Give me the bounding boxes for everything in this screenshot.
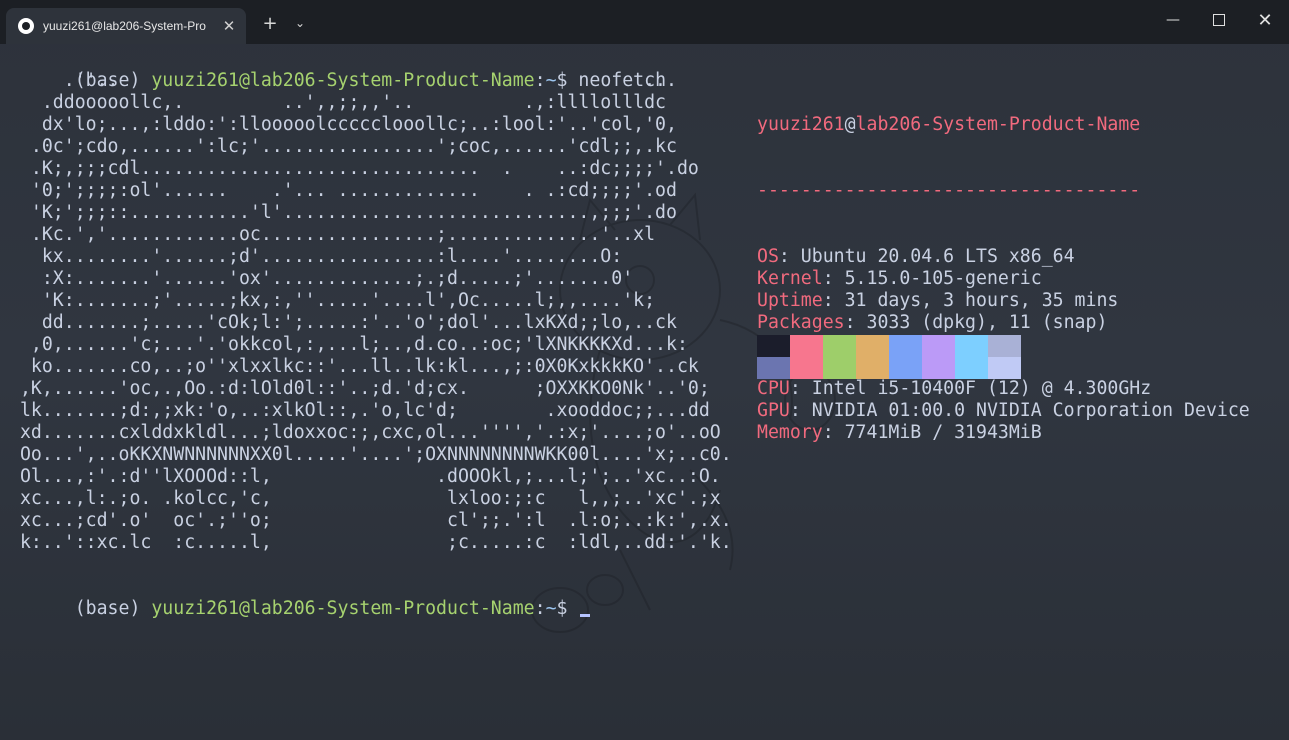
ascii-art-line: kx........'......;d'................:l..… <box>9 246 623 267</box>
ascii-art-line: Oo...',..oKKXNWNNNNNNXX0l.....'....';OXN… <box>9 444 732 465</box>
prompt-symbol: $ <box>556 598 579 619</box>
info-value: : 5.15.0-105-generic <box>822 268 1042 289</box>
info-row: CPU: Intel i5-10400F (12) @ 4.300GHz <box>757 378 1250 400</box>
ascii-art-line: 'K;';;;::...........'l'.................… <box>9 202 677 223</box>
ascii-art-line: xc...,l:.;o. .kolcc,'c, lxloo:;:c l,,;..… <box>9 488 721 509</box>
system-info: yuuzi261@lab206-System-Product-Name ----… <box>757 70 1250 488</box>
info-user: yuuzi261 <box>757 114 845 135</box>
info-host: lab206-System-Product-Name <box>855 114 1141 135</box>
color-swatch <box>988 357 1021 379</box>
tab-title: yuuzi261@lab206-System-Pro <box>43 19 206 33</box>
info-row: Uptime: 31 days, 3 hours, 35 mins <box>757 290 1250 312</box>
info-label: Packages <box>757 312 845 333</box>
color-swatch <box>955 335 988 357</box>
color-swatch <box>757 357 790 379</box>
prompt-line-active: (base) yuuzi261@lab206-System-Product-Na… <box>9 576 591 642</box>
info-title: yuuzi261@lab206-System-Product-Name <box>757 114 1250 136</box>
new-tab-button[interactable]: + <box>256 8 284 38</box>
terminal-output[interactable]: (base) yuuzi261@lab206-System-Product-Na… <box>9 48 1284 728</box>
ascii-art-line: xd.......cxlddxkldl...;ldoxxoc:;,cxc,ol.… <box>9 422 721 443</box>
info-value: : 3033 (dpkg), 11 (snap) <box>844 312 1108 333</box>
ascii-art-line: .0c';cdo,......':lc;'................';c… <box>9 136 677 157</box>
color-swatch <box>955 357 988 379</box>
color-swatch <box>856 335 889 357</box>
color-swatch <box>988 335 1021 357</box>
info-value: : 31 days, 3 hours, 35 mins <box>822 290 1119 311</box>
info-row: Memory: 7741MiB / 31943MiB <box>757 422 1250 444</box>
info-row: OS: Ubuntu 20.04.6 LTS x86_64 <box>757 246 1250 268</box>
info-label: Kernel <box>757 268 823 289</box>
ascii-art-line: .''.. ... <box>9 70 677 91</box>
terminal-window: yuuzi261@lab206-System-Pro ✕ + ⌄ — ✕ (ba… <box>0 0 1289 740</box>
current-path: ~ <box>545 598 557 619</box>
info-label: GPU <box>757 400 790 421</box>
title-bar: yuuzi261@lab206-System-Pro ✕ + ⌄ — ✕ <box>0 0 1289 44</box>
ascii-art-logo: .''.. ... .ddooooollc,. ..',,;;,,'.. .,:… <box>9 70 732 554</box>
minimize-button[interactable]: — <box>1150 0 1196 40</box>
info-row: Packages: 3033 (dpkg), 11 (snap) <box>757 312 1250 334</box>
info-value: : Intel i5-10400F (12) @ 4.300GHz <box>789 378 1152 399</box>
prompt-colon: : <box>534 598 546 619</box>
text-cursor[interactable] <box>580 614 591 617</box>
terminal-tab[interactable]: yuuzi261@lab206-System-Pro ✕ <box>6 8 246 44</box>
ascii-art-line: '0;';;;;:ol'...... .'... ............. .… <box>9 180 677 201</box>
ascii-art-line: ,K,......'oc,.,Oo.:d:lOld0l::'..;d.'d;cx… <box>9 378 710 399</box>
info-at: @ <box>844 114 856 135</box>
color-swatch <box>790 357 823 379</box>
ascii-art-line: ko.......co,..;o''xlxxlkc::'...ll..lk:kl… <box>9 356 699 377</box>
info-separator: ----------------------------------- <box>757 180 1141 201</box>
info-row: GPU: NVIDIA 01:00.0 NVIDIA Corporation D… <box>757 400 1250 422</box>
ascii-art-line: k:..'::xc.lc :c.....l, ;c.....:c :ldl,..… <box>9 532 732 553</box>
info-label: CPU <box>757 378 790 399</box>
ascii-art-line: lk.......;d:,;xk:'o,..:xlkOl::,.'o,lc'd;… <box>9 400 710 421</box>
ascii-art-line: .K;,;;;cdl..............................… <box>9 158 699 179</box>
user-host: yuuzi261@lab206-System-Product-Name <box>151 598 535 619</box>
ascii-art-line: Ol...,:'.:d''lXOOOd::l, .dOOOkl,;...l;';… <box>9 466 721 487</box>
close-window-button[interactable]: ✕ <box>1242 0 1288 40</box>
ascii-art-line: xc...;cd'.o' oc'.;''o; cl';;.':l .l:o;..… <box>9 510 732 531</box>
ascii-art-line: :X:.......'......'ox'.............;.;d..… <box>9 268 634 289</box>
ubuntu-icon <box>18 18 34 34</box>
info-row: Kernel: 5.15.0-105-generic <box>757 268 1250 290</box>
color-swatch <box>889 357 922 379</box>
info-label: OS <box>757 246 779 267</box>
ascii-art-line: ,0,......'c;...'.'okkcol,:,...l;..,d.co.… <box>9 334 688 355</box>
color-swatch <box>856 357 889 379</box>
color-swatch <box>823 335 856 357</box>
info-value: : Ubuntu 20.04.6 LTS x86_64 <box>778 246 1075 267</box>
color-swatch <box>889 335 922 357</box>
color-swatch <box>922 357 955 379</box>
close-tab-icon[interactable]: ✕ <box>219 17 239 35</box>
ascii-art-line: 'K:.......;'.....;kx,:,''.....'....l',Oc… <box>9 290 656 311</box>
color-swatch <box>757 335 790 357</box>
info-value: : 7741MiB / 31943MiB <box>822 422 1042 443</box>
ascii-art-line: dd.......;.....'cOk;l:';.....:'..'o';dol… <box>9 312 677 333</box>
ascii-art-line: .Kc.','............oc................;..… <box>9 224 656 245</box>
ascii-art-line: .ddooooollc,. ..',,;;,,'.. .,:llllollldc <box>9 92 666 113</box>
chevron-down-icon[interactable]: ⌄ <box>286 8 314 38</box>
color-swatch <box>790 335 823 357</box>
maximize-icon <box>1213 14 1225 26</box>
color-swatch <box>922 335 955 357</box>
ascii-art-line: dx'lo;...,:lddo:':llooooolccccclooollc;.… <box>9 114 677 135</box>
info-label: Memory <box>757 422 823 443</box>
color-palette <box>757 335 1021 379</box>
info-value: : NVIDIA 01:00.0 NVIDIA Corporation Devi… <box>789 400 1250 421</box>
info-label: Uptime <box>757 290 823 311</box>
color-swatch <box>823 357 856 379</box>
maximize-button[interactable] <box>1196 0 1242 40</box>
conda-env: (base) <box>74 598 152 619</box>
